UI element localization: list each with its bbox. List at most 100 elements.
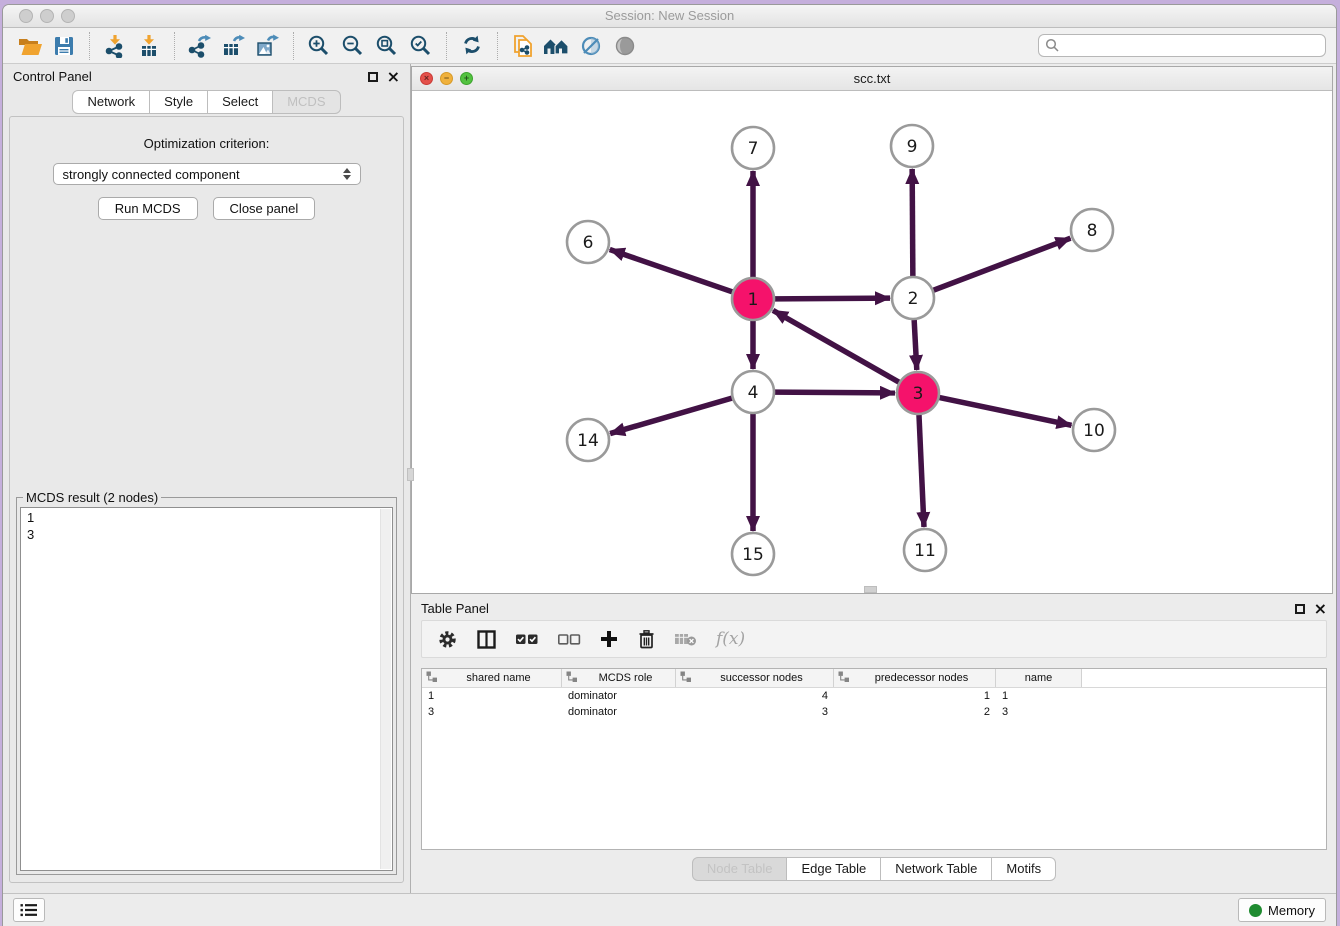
deselect-all-icon[interactable] [557, 632, 581, 646]
hierarchy-sort-icon [838, 671, 849, 685]
maximize-window-icon[interactable] [61, 9, 75, 23]
edge-1-6[interactable] [610, 250, 732, 292]
run-mcds-button[interactable]: Run MCDS [98, 197, 198, 220]
zoom-in-icon[interactable] [302, 31, 336, 61]
window-traffic-lights[interactable] [19, 9, 75, 23]
edge-4-3[interactable] [775, 392, 895, 393]
close-network-icon[interactable]: × [420, 72, 433, 85]
main-toolbar [3, 28, 1336, 64]
close-panel-icon[interactable]: × [387, 69, 400, 85]
column-header-predecessor-nodes[interactable]: predecessor nodes [834, 669, 996, 687]
cell-mcds-role[interactable]: dominator [562, 690, 676, 702]
search-icon [1045, 38, 1060, 53]
edge-3-11[interactable] [919, 415, 924, 527]
import-table-icon[interactable] [132, 31, 166, 61]
tab-motifs[interactable]: Motifs [992, 857, 1056, 881]
import-network-icon[interactable] [98, 31, 132, 61]
export-table-icon[interactable] [217, 31, 251, 61]
edge-2-3[interactable] [914, 320, 917, 370]
column-header-successor-nodes[interactable]: successor nodes [676, 669, 834, 687]
status-bar: Memory [3, 893, 1336, 926]
mcds-result-text[interactable]: 1 3 [20, 507, 393, 871]
column-header-name[interactable]: name [996, 669, 1082, 687]
add-column-icon[interactable] [599, 629, 619, 649]
cell-successor-nodes[interactable]: 3 [676, 706, 834, 718]
column-header-mcds-role[interactable]: MCDS role [562, 669, 676, 687]
memory-button[interactable]: Memory [1238, 898, 1326, 922]
memory-status-icon [1249, 904, 1262, 917]
search-box[interactable] [1038, 34, 1326, 57]
graph-edges[interactable] [610, 169, 1072, 531]
edge-3-1[interactable] [773, 310, 899, 382]
first-neighbors-icon[interactable] [540, 31, 574, 61]
edge-2-9[interactable] [912, 169, 913, 276]
tab-network-table[interactable]: Network Table [881, 857, 992, 881]
show-graphics-icon[interactable] [608, 31, 642, 61]
refresh-icon[interactable] [455, 31, 489, 61]
open-file-icon[interactable] [13, 31, 47, 61]
tab-edge-table[interactable]: Edge Table [787, 857, 881, 881]
save-session-icon[interactable] [47, 31, 81, 61]
zoom-out-icon[interactable] [336, 31, 370, 61]
select-all-icon[interactable] [515, 632, 539, 646]
edge-2-8[interactable] [934, 238, 1071, 290]
panel-splitter-handle[interactable] [407, 468, 414, 481]
edge-4-14[interactable] [610, 398, 732, 433]
cell-name[interactable]: 1 [996, 690, 1082, 702]
close-panel-button[interactable]: Close panel [213, 197, 316, 220]
scrollbar[interactable] [380, 509, 391, 869]
zoom-selected-icon[interactable] [404, 31, 438, 61]
minimize-network-icon[interactable]: − [440, 72, 453, 85]
node-label-15: 15 [742, 545, 764, 565]
task-history-button[interactable] [13, 898, 45, 922]
gear-icon[interactable] [437, 629, 458, 650]
table-row[interactable]: 3dominator323 [422, 704, 1326, 720]
minimize-window-icon[interactable] [40, 9, 54, 23]
chevron-updown-icon [343, 168, 351, 180]
cell-mcds-role[interactable]: dominator [562, 706, 676, 718]
cell-name[interactable]: 3 [996, 706, 1082, 718]
cell-shared-name[interactable]: 3 [422, 706, 562, 718]
title-bar: Session: New Session [3, 5, 1336, 28]
cell-predecessor-nodes[interactable]: 1 [834, 690, 996, 702]
node-table[interactable]: shared nameMCDS rolesuccessor nodesprede… [421, 668, 1327, 850]
toolbar-separator [497, 32, 498, 60]
node-label-7: 7 [748, 139, 759, 159]
control-panel: Control Panel × NetworkStyleSelectMCDS O… [3, 64, 411, 893]
close-table-panel-icon[interactable]: × [1314, 601, 1327, 617]
delete-column-icon[interactable] [637, 629, 656, 650]
tab-style[interactable]: Style [150, 90, 208, 114]
table-toolbar: f(x) [421, 620, 1327, 658]
node-label-2: 2 [908, 289, 919, 309]
tab-node-table[interactable]: Node Table [692, 857, 788, 881]
network-window-title: scc.txt [412, 67, 1332, 90]
float-table-panel-icon[interactable] [1295, 604, 1305, 614]
export-network-icon[interactable] [183, 31, 217, 61]
float-panel-icon[interactable] [368, 72, 378, 82]
column-layout-icon[interactable] [476, 629, 497, 650]
maximize-network-icon[interactable]: + [460, 72, 473, 85]
cell-shared-name[interactable]: 1 [422, 690, 562, 702]
hierarchy-sort-icon [680, 671, 691, 685]
table-row[interactable]: 1dominator411 [422, 688, 1326, 704]
vertical-splitter-handle[interactable] [864, 586, 877, 593]
table-body: 1dominator4113dominator323 [422, 688, 1326, 720]
clone-network-icon[interactable] [506, 31, 540, 61]
edge-3-10[interactable] [940, 398, 1072, 426]
export-image-icon[interactable] [251, 31, 285, 61]
close-window-icon[interactable] [19, 9, 33, 23]
tab-network[interactable]: Network [72, 90, 150, 114]
cell-successor-nodes[interactable]: 4 [676, 690, 834, 702]
tab-select[interactable]: Select [208, 90, 273, 114]
network-canvas[interactable]: 7968124314101511 [412, 91, 1332, 593]
node-label-14: 14 [577, 431, 599, 451]
hide-graphics-icon[interactable] [574, 31, 608, 61]
table-tabs: Node TableEdge TableNetwork TableMotifs [421, 857, 1327, 881]
column-header-shared-name[interactable]: shared name [422, 669, 562, 687]
zoom-fit-icon[interactable] [370, 31, 404, 61]
optimization-criterion-select[interactable]: strongly connected component [53, 163, 361, 185]
tab-mcds[interactable]: MCDS [273, 90, 340, 114]
search-input[interactable] [1064, 39, 1319, 53]
cell-predecessor-nodes[interactable]: 2 [834, 706, 996, 718]
edge-1-2[interactable] [775, 298, 890, 299]
